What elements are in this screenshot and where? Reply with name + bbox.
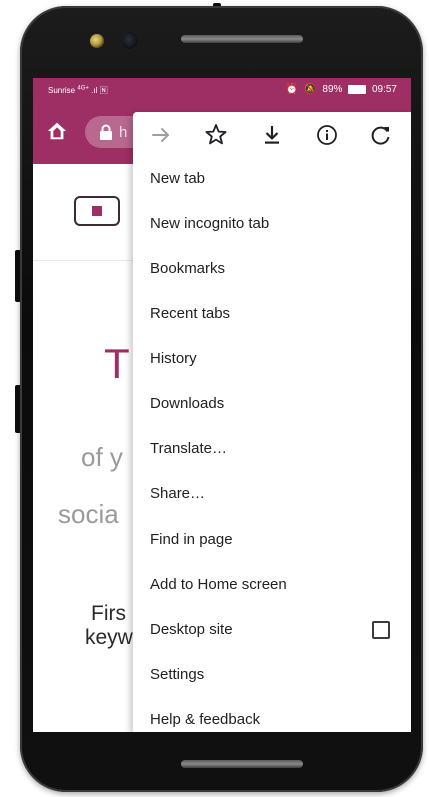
menu-item-label: Translate… xyxy=(150,440,227,457)
menu-item-translate[interactable]: Translate… xyxy=(133,428,411,472)
menu-item-label: Desktop site xyxy=(150,621,233,638)
menu-item-downloads[interactable]: Downloads xyxy=(133,383,411,427)
menu-item-new-incognito-tab[interactable]: New incognito tab xyxy=(133,203,411,247)
sensor-icon xyxy=(90,34,104,48)
page-info-button[interactable] xyxy=(313,121,341,149)
menu-item-help-feedback[interactable]: Help & feedback xyxy=(133,699,411,732)
lock-icon xyxy=(100,124,112,140)
info-icon xyxy=(317,125,337,145)
menu-item-label: Settings xyxy=(150,666,205,683)
download-button[interactable] xyxy=(258,121,286,149)
url-text: h xyxy=(119,124,128,141)
page-text-fragment: keyw xyxy=(85,626,133,649)
menu-item-label: Find in page xyxy=(150,531,233,548)
menu-item-recent-tabs[interactable]: Recent tabs xyxy=(133,293,411,337)
home-button[interactable] xyxy=(45,120,69,144)
bottom-speaker xyxy=(181,760,303,768)
page-text-fragment: Firs xyxy=(91,602,126,625)
menu-item-label: History xyxy=(150,350,197,367)
menu-item-share[interactable]: Share… xyxy=(133,473,411,517)
menu-item-label: Bookmarks xyxy=(150,260,226,277)
menu-icon-row xyxy=(133,112,411,158)
home-icon xyxy=(47,122,67,140)
carrier-name: Sunrise xyxy=(48,86,76,95)
menu-item-new-tab[interactable]: New tab xyxy=(133,158,411,202)
battery-icon xyxy=(348,84,367,94)
overflow-menu: New tab New incognito tab Bookmarks Rece… xyxy=(133,112,411,732)
menu-item-label: Recent tabs xyxy=(150,305,231,322)
menu-item-add-to-home-screen[interactable]: Add to Home screen xyxy=(133,564,411,608)
page-text-fragment: of y xyxy=(81,442,123,472)
menu-item-label: New incognito tab xyxy=(150,215,270,232)
download-icon xyxy=(265,126,279,144)
alarm-icon: ⏰ xyxy=(285,84,299,95)
refresh-icon xyxy=(371,126,390,145)
status-bar: Sunrise 4G+ .ıl 🄽 ⏰ 🔕 89% 09:57 xyxy=(33,78,411,102)
battery-percent: 89% xyxy=(322,84,343,95)
nfc-icon: 🄽 xyxy=(99,86,108,95)
phone-screen: Sunrise 4G+ .ıl 🄽 ⏰ 🔕 89% 09:57 h T of y… xyxy=(33,78,411,732)
site-menu-button[interactable] xyxy=(74,196,120,226)
status-left: Sunrise 4G+ .ıl 🄽 xyxy=(48,85,108,96)
menu-item-find-in-page[interactable]: Find in page xyxy=(133,519,411,563)
menu-item-label: Share… xyxy=(150,485,206,502)
forward-icon xyxy=(152,128,169,142)
refresh-button[interactable] xyxy=(367,121,395,149)
page-heading-fragment: T xyxy=(104,340,130,387)
forward-button[interactable] xyxy=(147,121,175,149)
menu-item-label: Help & feedback xyxy=(150,711,261,728)
bookmark-button[interactable] xyxy=(202,121,230,149)
star-icon xyxy=(205,124,227,145)
menu-item-label: Downloads xyxy=(150,395,225,412)
menu-item-settings[interactable]: Settings xyxy=(133,654,411,698)
status-right: ⏰ 🔕 89% 09:57 xyxy=(283,84,397,95)
mute-icon: 🔕 xyxy=(304,84,317,95)
clock-time: 09:57 xyxy=(371,84,397,95)
menu-item-label: Add to Home screen xyxy=(150,576,287,593)
screenshot-stage: Sunrise 4G+ .ıl 🄽 ⏰ 🔕 89% 09:57 h T of y… xyxy=(0,0,429,797)
menu-item-history[interactable]: History xyxy=(133,338,411,382)
front-camera-icon xyxy=(121,32,138,49)
square-icon xyxy=(92,206,102,216)
menu-item-bookmarks[interactable]: Bookmarks xyxy=(133,248,411,292)
earpiece-speaker xyxy=(181,35,303,43)
desktop-site-checkbox[interactable] xyxy=(372,621,390,639)
signal-icon: .ıl xyxy=(91,86,98,95)
menu-item-label: New tab xyxy=(150,170,206,187)
network-type: 4G+ xyxy=(77,85,89,92)
menu-item-desktop-site[interactable]: Desktop site xyxy=(133,609,411,653)
page-text-fragment: socia xyxy=(58,499,119,529)
